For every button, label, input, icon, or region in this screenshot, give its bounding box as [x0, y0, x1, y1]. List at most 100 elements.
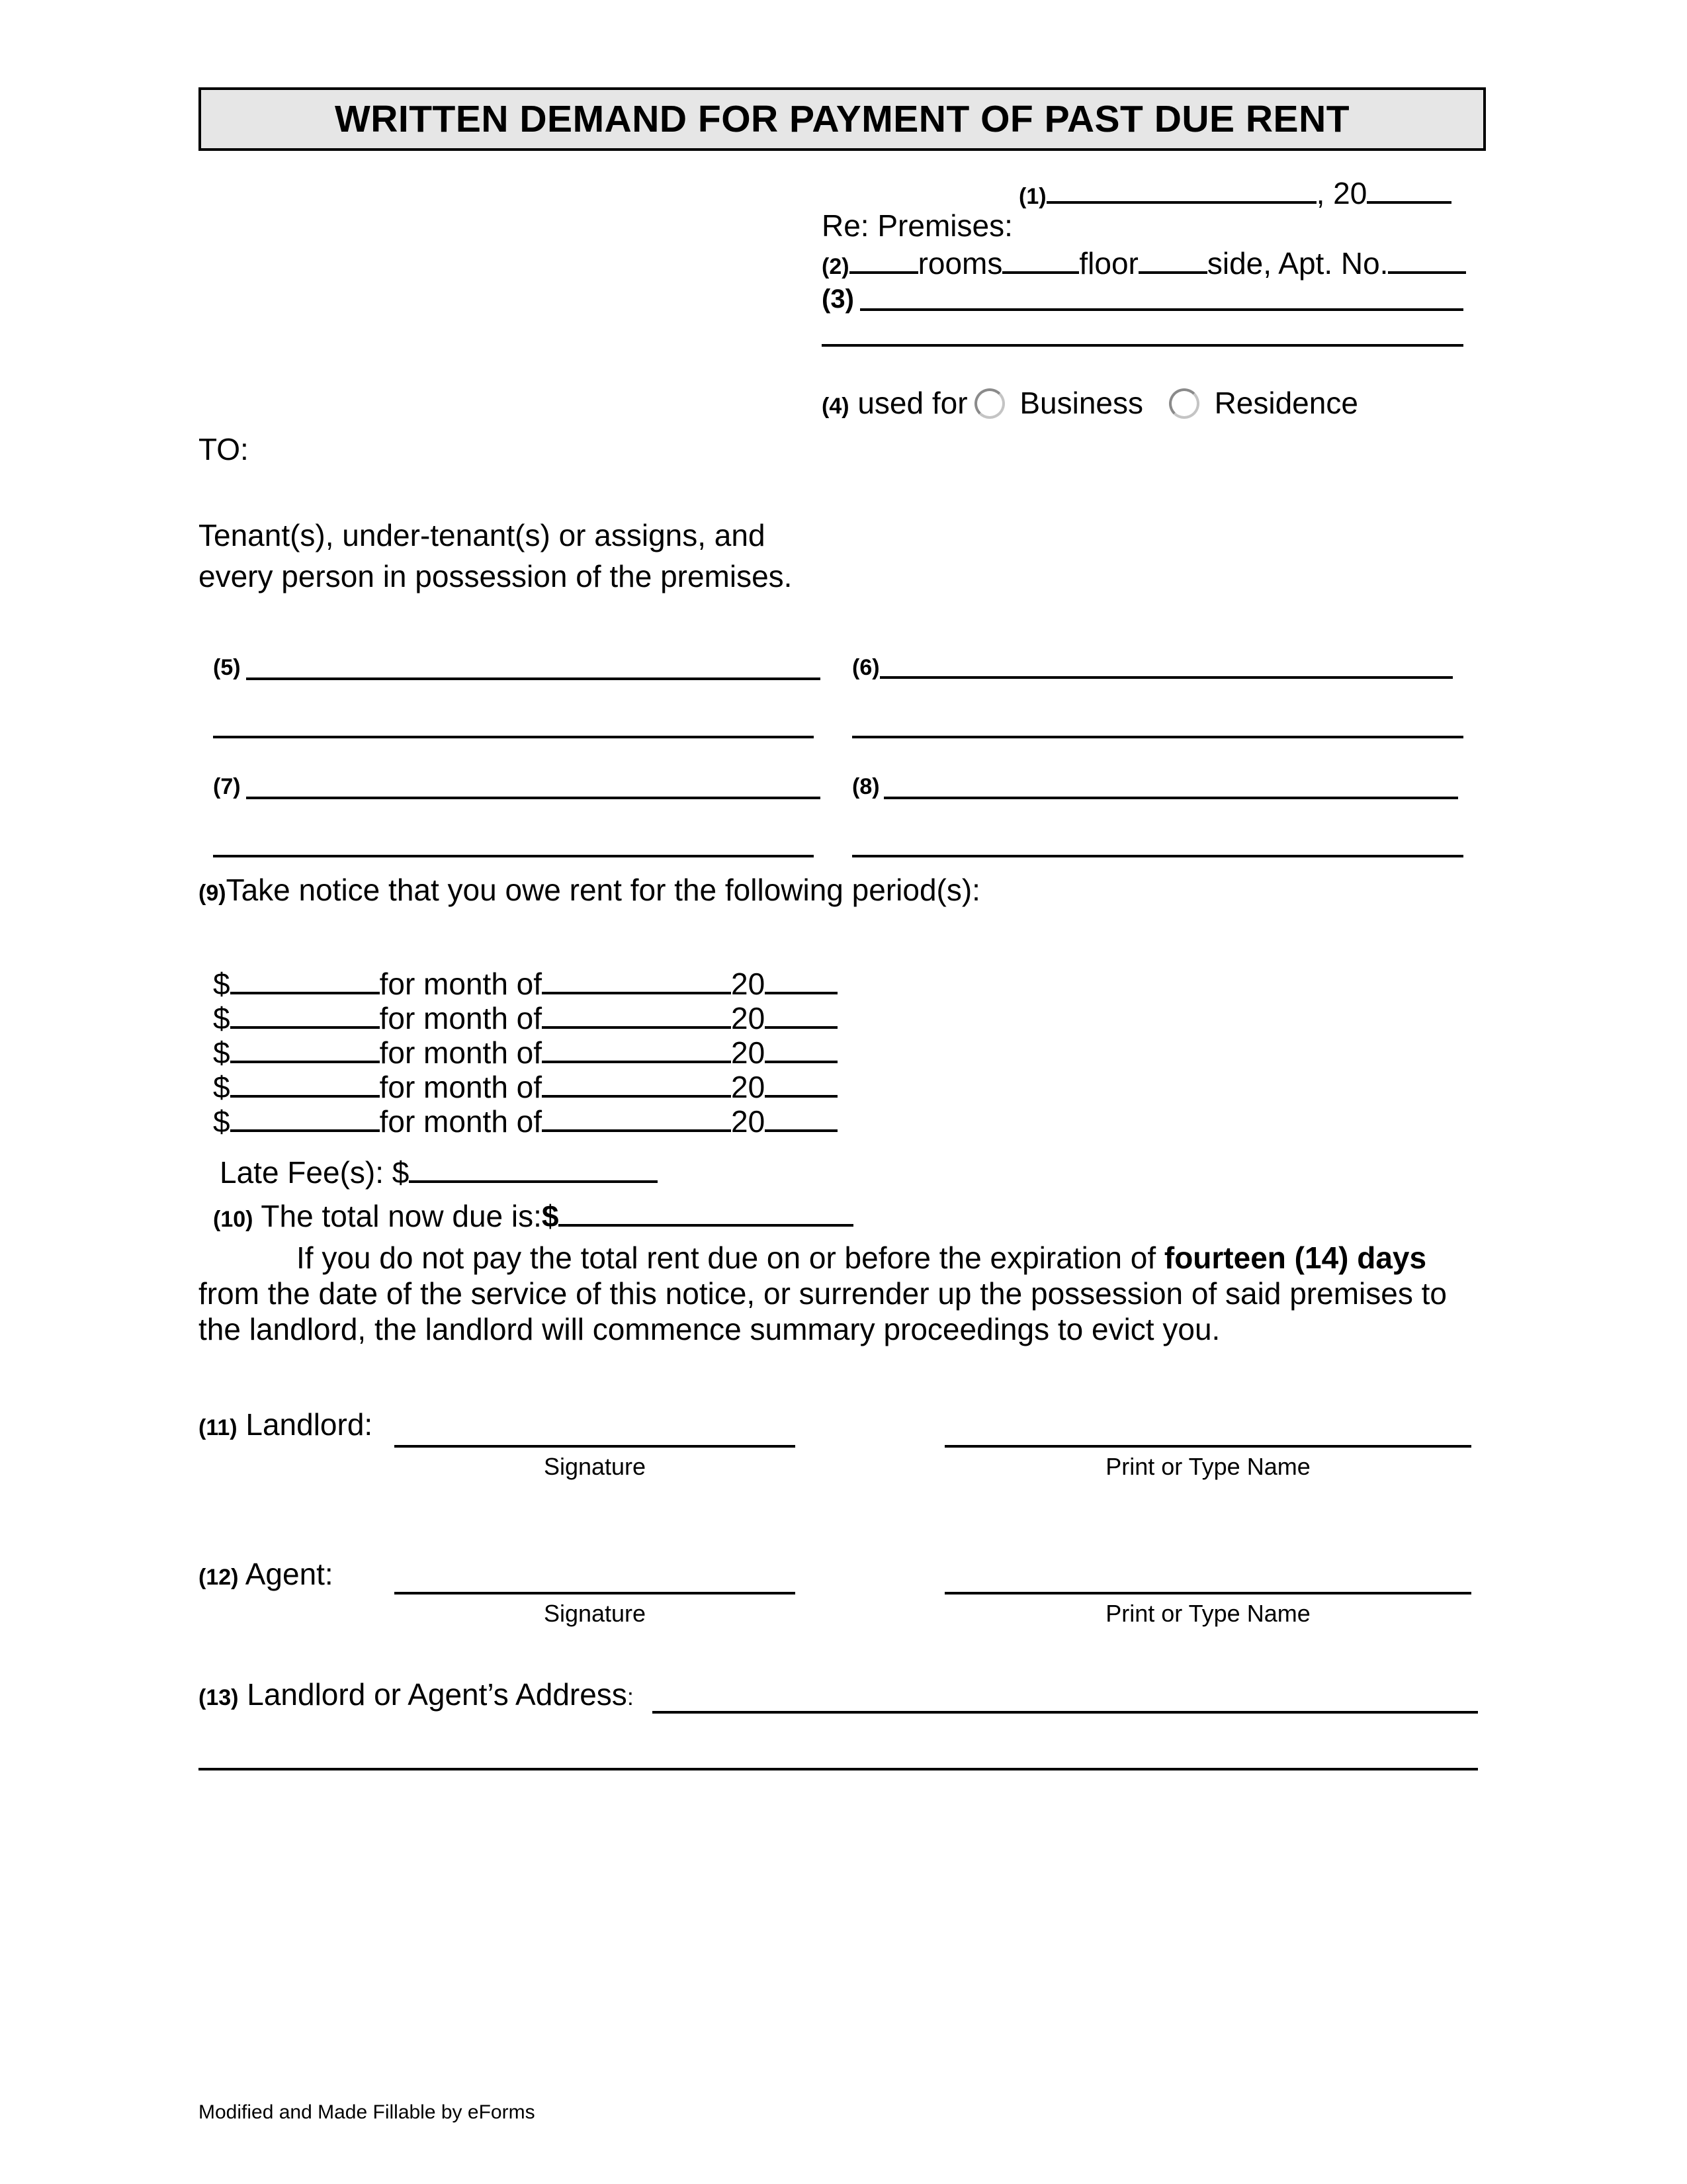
year-prefix: 20 [731, 1035, 765, 1070]
late-fee-row: Late Fee(s): $ [220, 1155, 658, 1188]
for-month-label: for month of [379, 1035, 542, 1070]
month-input[interactable] [542, 1035, 732, 1063]
field-number-7: (7) [213, 774, 241, 799]
landlord-signature-caption: Signature [543, 1453, 646, 1480]
year-prefix: 20 [731, 1001, 765, 1035]
year-input[interactable] [765, 1001, 838, 1029]
rent-amount-input[interactable] [230, 1035, 380, 1063]
for-month-label: for month of [379, 967, 542, 1001]
tenant-address-input-5[interactable] [213, 736, 814, 738]
year-prefix: 20 [731, 1070, 765, 1104]
warning-text: If you do not pay the total rent due on … [296, 1241, 1164, 1275]
tenant-name-input-8[interactable] [884, 797, 1458, 799]
total-currency: $ [541, 1199, 559, 1233]
re-premises-label: Re: Premises: [822, 208, 1013, 243]
used-for-label: used for [857, 386, 968, 420]
total-label: The total now due is: [261, 1199, 542, 1233]
year-input[interactable] [765, 967, 838, 994]
agent-name-caption: Print or Type Name [1105, 1600, 1311, 1627]
residence-radio[interactable] [1168, 388, 1199, 419]
year-prefix: 20 [731, 967, 765, 1001]
notice-text: Take notice that you owe rent for the fo… [226, 873, 980, 907]
rooms-input[interactable] [849, 246, 918, 274]
recipients-line-2: every person in possession of the premis… [198, 559, 793, 593]
currency-symbol: $ [213, 967, 230, 1001]
total-due-input[interactable] [558, 1199, 854, 1227]
late-fee-input[interactable] [409, 1155, 658, 1183]
year-input[interactable] [1367, 176, 1452, 204]
field-number: (12) [198, 1565, 239, 1590]
address-input-2[interactable] [198, 1768, 1478, 1770]
tenant-name-input-5[interactable] [246, 677, 820, 680]
rent-amount-input[interactable] [230, 1070, 380, 1098]
agent-name-input[interactable] [945, 1592, 1471, 1594]
document-title-box: WRITTEN DEMAND FOR PAYMENT OF PAST DUE R… [198, 87, 1486, 151]
floor-label: floor [1079, 246, 1139, 281]
for-month-label: for month of [379, 1070, 542, 1104]
side-apt-label: side, Apt. No. [1207, 246, 1389, 281]
tenant-address-input-7[interactable] [213, 855, 814, 857]
currency-symbol: $ [213, 1035, 230, 1070]
field-number: (13) [198, 1685, 239, 1710]
address-label-row: (13) Landlord or Agent’s Address: [198, 1679, 634, 1710]
year-input[interactable] [765, 1035, 838, 1063]
tenant-address-input-6[interactable] [852, 736, 1463, 738]
warning-line-3: the landlord, the landlord will commence… [198, 1312, 1221, 1346]
late-fee-label: Late Fee(s): $ [220, 1155, 410, 1190]
address-input-1[interactable] [652, 1711, 1478, 1714]
field-number-6: (6) [852, 655, 880, 680]
rent-row: $ for month of 20 [213, 1000, 838, 1036]
notice-row: (9)Take notice that you owe rent for the… [198, 875, 980, 905]
premises-address-input-2[interactable] [822, 344, 1463, 347]
warning-line-1: If you do not pay the total rent due on … [198, 1240, 1495, 1276]
agent-label-row: (12) Agent: [198, 1559, 333, 1589]
rent-amount-input[interactable] [230, 1001, 380, 1029]
currency-symbol: $ [213, 1070, 230, 1104]
premises-address-input-1[interactable] [860, 308, 1463, 311]
landlord-label: Landlord: [245, 1407, 373, 1442]
rent-amount-input[interactable] [230, 1104, 380, 1132]
business-radio[interactable] [974, 388, 1005, 419]
usage-row: (4) used for Business Residence [822, 388, 1358, 419]
field-number: (9) [198, 881, 226, 906]
business-label: Business [1019, 386, 1143, 420]
rent-amount-input[interactable] [230, 967, 380, 994]
rooms-label: rooms [918, 246, 1003, 281]
year-prefix: 20 [731, 1104, 765, 1139]
tenant-name-input-6[interactable] [880, 676, 1453, 679]
agent-signature-input[interactable] [394, 1592, 795, 1594]
warning-paragraph: If you do not pay the total rent due on … [198, 1240, 1495, 1347]
year-input[interactable] [765, 1104, 838, 1132]
for-month-label: for month of [379, 1104, 542, 1139]
currency-symbol: $ [213, 1001, 230, 1035]
footer-credit: Modified and Made Fillable by eForms [198, 2101, 535, 2123]
field-number-5: (5) [213, 655, 241, 680]
field-number: (10) [213, 1207, 253, 1232]
landlord-signature-input[interactable] [394, 1445, 795, 1448]
field-number: (4) [822, 394, 849, 419]
field-number: (1) [1019, 184, 1047, 209]
apt-number-input[interactable] [1388, 246, 1467, 274]
year-prefix: , 20 [1316, 176, 1367, 210]
to-label: TO: [198, 432, 249, 466]
floor-input[interactable] [1002, 246, 1080, 274]
warning-line-2: from the date of the service of this not… [198, 1276, 1447, 1311]
field-number: (11) [198, 1415, 238, 1440]
recipients-line-1: Tenant(s), under-tenant(s) or assigns, a… [198, 518, 765, 552]
landlord-name-input[interactable] [945, 1445, 1471, 1448]
residence-label: Residence [1214, 386, 1358, 420]
month-input[interactable] [542, 967, 732, 994]
tenant-address-input-8[interactable] [852, 855, 1463, 857]
rent-row: $ for month of 20 [213, 1069, 838, 1105]
month-input[interactable] [542, 1001, 732, 1029]
year-input[interactable] [765, 1070, 838, 1098]
address-colon: : [627, 1683, 634, 1710]
premises-address-row: (3) [822, 282, 854, 312]
date-field-row: (1) , 20 [1019, 176, 1452, 210]
tenant-name-input-7[interactable] [246, 797, 820, 799]
date-input[interactable] [1046, 176, 1317, 204]
side-input[interactable] [1138, 246, 1207, 274]
for-month-label: for month of [379, 1001, 542, 1035]
month-input[interactable] [542, 1104, 732, 1132]
month-input[interactable] [542, 1070, 732, 1098]
